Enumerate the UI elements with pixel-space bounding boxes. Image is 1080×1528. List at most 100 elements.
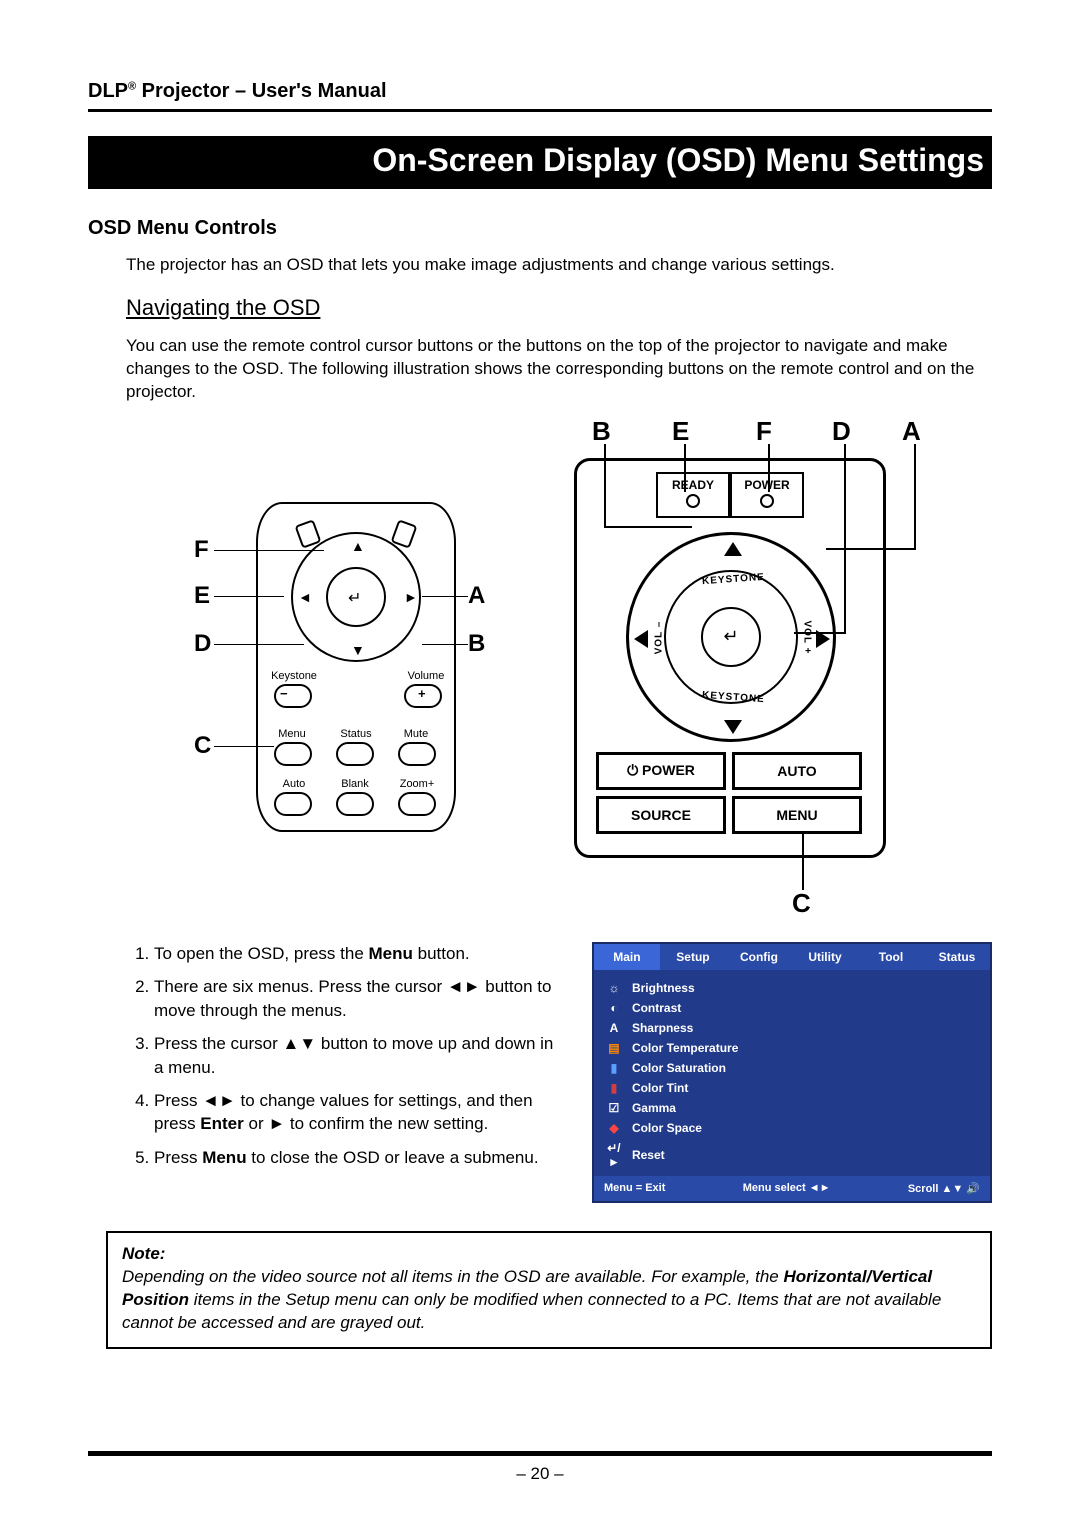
diagram-row: ▲ ▼ ◄ ► ↵ Keystone − Volume + Menu Statu…: [126, 422, 992, 912]
osd-menu-list: ☼Brightness ◐Contrast ASharpness ▤Color …: [594, 970, 990, 1176]
osd-item: ASharpness: [602, 1018, 982, 1038]
leader-d: [214, 644, 304, 645]
brand-suffix: ®: [128, 80, 136, 92]
remote-blank-label: Blank: [332, 778, 378, 790]
remote-status-label: Status: [332, 728, 380, 740]
list-item: There are six menus. Press the cursor ◄►…: [154, 975, 564, 1022]
osd-item: ☼Brightness: [602, 978, 982, 998]
reset-icon: ↵/►: [606, 1141, 622, 1169]
osd-tab-utility: Utility: [792, 944, 858, 970]
leader-b: [422, 644, 468, 645]
panel-arrow-down-icon: [724, 720, 742, 734]
color-tint-icon: ▮: [606, 1081, 622, 1095]
leader-a: [422, 596, 468, 597]
remote-zoom-label: Zoom+: [392, 778, 442, 790]
arrow-down-icon: ▼: [351, 642, 365, 658]
osd-footer-right: Scroll ▲▼ 🔊: [908, 1182, 980, 1195]
osd-item: ◐Contrast: [602, 998, 982, 1018]
panel-letter-c: C: [792, 888, 811, 919]
leader-e: [214, 596, 284, 597]
osd-item: ▤Color Temperature: [602, 1038, 982, 1058]
pline: [604, 444, 606, 526]
gamma-icon: ☑: [606, 1101, 622, 1115]
osd-item: ▮Color Tint: [602, 1078, 982, 1098]
remote-status-btn: [336, 742, 374, 766]
osd-tab-config: Config: [726, 944, 792, 970]
remote-letter-e: E: [194, 582, 210, 610]
remote-volume-label: Volume: [398, 670, 454, 682]
brand-prefix: DLP: [88, 80, 128, 102]
plus-icon: +: [418, 686, 426, 701]
pline: [802, 834, 804, 890]
osd-tab-setup: Setup: [660, 944, 726, 970]
panel-auto-btn: AUTO: [732, 752, 862, 790]
nav-paragraph: You can use the remote control cursor bu…: [126, 335, 992, 404]
minus-icon: −: [280, 686, 288, 701]
subsection-heading: Navigating the OSD: [126, 295, 992, 321]
note-box: Note: Depending on the video source not …: [106, 1231, 992, 1349]
osd-item: ☑Gamma: [602, 1098, 982, 1118]
list-item: Press Menu to close the OSD or leave a s…: [154, 1146, 564, 1169]
remote-blank-btn: [336, 792, 374, 816]
led-dot-icon: [760, 494, 774, 508]
arrow-right-icon: ►: [404, 589, 418, 605]
osd-screenshot: Main Setup Config Utility Tool Status ☼B…: [592, 942, 992, 1203]
arrow-up-icon: ▲: [351, 538, 365, 554]
enter-icon: ↵: [348, 588, 361, 608]
color-sat-icon: ▮: [606, 1061, 622, 1075]
instructions-row: To open the OSD, press the Menu button. …: [126, 942, 992, 1203]
power-led-label: POWER: [732, 474, 802, 492]
osd-footer-mid: Menu select ◄►: [743, 1182, 831, 1195]
pline: [684, 444, 686, 492]
osd-item: ↵/►Reset: [602, 1138, 982, 1172]
header-rest: Projector – User's Manual: [136, 80, 386, 102]
pline: [604, 526, 692, 528]
remote-menu-label: Menu: [272, 728, 312, 740]
brightness-icon: ☼: [606, 981, 622, 995]
remote-zoom-btn: [398, 792, 436, 816]
remote-letter-f: F: [194, 536, 209, 564]
remote-mute-btn: [398, 742, 436, 766]
osd-footer: Menu = Exit Menu select ◄► Scroll ▲▼ 🔊: [594, 1176, 990, 1201]
page-footer: – 20 –: [88, 1451, 992, 1484]
remote-letter-d: D: [194, 630, 211, 658]
chapter-title: On-Screen Display (OSD) Menu Settings: [88, 136, 992, 189]
leader-c: [214, 746, 274, 747]
osd-tab-main: Main: [594, 944, 660, 970]
remote-letter-c: C: [194, 732, 211, 760]
leader-f: [214, 550, 324, 551]
panel-power-btn: ⏻ POWER: [596, 752, 726, 790]
manual-page: DLP® Projector – User's Manual On-Screen…: [0, 0, 1080, 1528]
panel-arrow-left-icon: [634, 630, 648, 648]
panel-letter-e: E: [672, 416, 689, 447]
pline: [914, 444, 916, 550]
osd-item: ◆Color Space: [602, 1118, 982, 1138]
remote-keystone-label: Keystone: [266, 670, 322, 682]
arrow-left-icon: ◄: [298, 589, 312, 605]
pline: [794, 632, 844, 634]
page-number: – 20 –: [516, 1464, 563, 1483]
remote-diagram: ▲ ▼ ◄ ► ↵ Keystone − Volume + Menu Statu…: [126, 502, 496, 862]
remote-menu-btn: [274, 742, 312, 766]
sharpness-icon: A: [606, 1021, 622, 1035]
color-temp-icon: ▤: [606, 1041, 622, 1055]
list-item: Press the cursor ▲▼ button to move up an…: [154, 1032, 564, 1079]
remote-letter-b: B: [468, 630, 485, 658]
panel-letter-a: A: [902, 416, 921, 447]
panel-letter-b: B: [592, 416, 611, 447]
remote-mute-label: Mute: [396, 728, 436, 740]
osd-item: ▮Color Saturation: [602, 1058, 982, 1078]
section-heading: OSD Menu Controls: [88, 217, 992, 240]
pline: [826, 548, 914, 550]
panel-letter-d: D: [832, 416, 851, 447]
pline: [844, 444, 846, 634]
osd-tab-status: Status: [924, 944, 990, 970]
panel-vol-minus-label: VOL –: [653, 620, 664, 654]
list-item: Press ◄► to change values for settings, …: [154, 1089, 564, 1136]
ready-led: READY: [656, 472, 730, 518]
pline: [768, 444, 770, 492]
color-space-icon: ◆: [606, 1121, 622, 1135]
panel-enter-btn: ↵: [701, 607, 761, 667]
note-body: Depending on the video source not all it…: [122, 1266, 976, 1335]
instruction-list: To open the OSD, press the Menu button. …: [126, 942, 564, 1186]
